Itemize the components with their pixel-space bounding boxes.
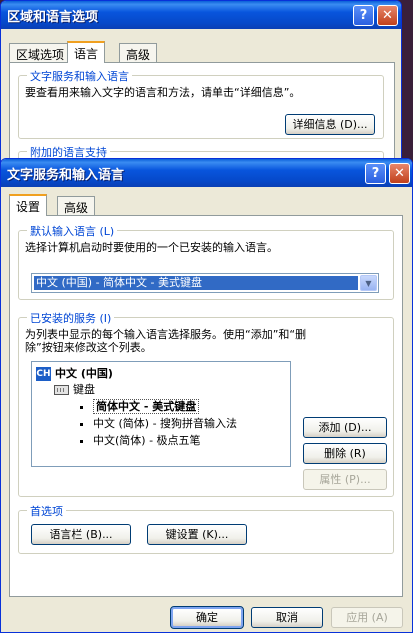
item-label: 简体中文 - 美式键盘	[93, 399, 200, 414]
language-bar-button[interactable]: 语言栏 (B)...	[31, 524, 131, 545]
regional-language-options-window: 区域和语言选项 ? ✕ 区域选项 语言 高级 文字服务和输入语言 要查看用来输入…	[0, 0, 402, 175]
keyboard-icon	[54, 385, 69, 395]
close-icon[interactable]: ✕	[377, 5, 398, 26]
language-icon: CH	[36, 367, 51, 381]
group-title: 默认输入语言 (L)	[27, 223, 118, 239]
bullet-icon	[80, 422, 83, 426]
text-services-group: 文字服务和输入语言 要查看用来输入文字的语言和方法，请单击“详细信息”。 详细信…	[18, 68, 384, 139]
tab-settings[interactable]: 设置	[9, 194, 48, 216]
tab-regional-options[interactable]: 区域选项	[9, 43, 72, 62]
properties-button: 属性 (P)...	[303, 469, 387, 490]
remove-button[interactable]: 删除 (R)	[303, 443, 387, 464]
group-title: 已安装的服务 (I)	[27, 310, 115, 326]
default-language-group: 默认输入语言 (L) 选择计算机启动时要使用的一个已安装的输入语言。 中文 (中…	[18, 223, 394, 300]
window-title: 区域和语言选项	[7, 10, 99, 25]
key-settings-button[interactable]: 键设置 (K)...	[147, 524, 247, 545]
selected-value: 中文 (中国) - 简体中文 - 美式键盘	[34, 276, 358, 290]
tree-item[interactable]: 中文(简体) - 极点五笔	[80, 432, 201, 448]
text-services-window: 文字服务和输入语言 ? ✕ 设置 高级 默认输入语言 (L) 选择计算机启动时要…	[0, 158, 413, 633]
apply-button: 应用 (A)	[331, 607, 403, 628]
add-button[interactable]: 添加 (D)...	[303, 417, 387, 438]
tree-item[interactable]: 中文 (简体) - 搜狗拼音输入法	[80, 415, 237, 431]
tree-language-node[interactable]: CH 中文 (中国)	[36, 365, 113, 381]
bullet-icon	[80, 405, 83, 409]
default-language-select[interactable]: 中文 (中国) - 简体中文 - 美式键盘 ▼	[31, 273, 379, 293]
category-label: 键盘	[73, 383, 95, 396]
description-line-2: 除”按钮来修改这个列表。	[25, 341, 152, 354]
cancel-button[interactable]: 取消	[251, 607, 323, 628]
group-title: 文字服务和输入语言	[27, 68, 132, 84]
preferences-group: 首选项 语言栏 (B)... 键设置 (K)...	[18, 503, 394, 554]
tab-languages[interactable]: 语言	[67, 41, 106, 63]
tree-item-selected[interactable]: 简体中文 - 美式键盘	[80, 398, 200, 414]
tab-advanced[interactable]: 高级	[57, 196, 96, 215]
language-name: 中文 (中国)	[55, 367, 113, 380]
window-title: 文字服务和输入语言	[7, 168, 125, 183]
help-icon[interactable]: ?	[365, 163, 386, 184]
tab-advanced[interactable]: 高级	[119, 43, 158, 62]
settings-panel: 默认输入语言 (L) 选择计算机启动时要使用的一个已安装的输入语言。 中文 (中…	[9, 215, 403, 597]
title-bar[interactable]: 区域和语言选项 ? ✕	[1, 1, 401, 29]
item-label: 中文 (简体) - 搜狗拼音输入法	[93, 417, 238, 430]
chevron-down-icon[interactable]: ▼	[360, 275, 377, 291]
item-label: 中文(简体) - 极点五笔	[93, 434, 201, 447]
description-text: 选择计算机启动时要使用的一个已安装的输入语言。	[25, 241, 278, 254]
ok-button[interactable]: 确定	[170, 606, 244, 629]
title-bar[interactable]: 文字服务和输入语言 ? ✕	[1, 159, 412, 187]
details-button[interactable]: 详细信息 (D)...	[285, 114, 375, 135]
tree-category-node[interactable]: 键盘	[54, 381, 95, 397]
installed-services-group: 已安装的服务 (I) 为列表中显示的每个输入语言选择服务。使用“添加”和“删 除…	[18, 310, 394, 497]
services-tree[interactable]: CH 中文 (中国) 键盘 简体中文 - 美式键盘 中文 (简体) - 搜狗拼音输…	[31, 361, 291, 467]
close-icon[interactable]: ✕	[389, 163, 410, 184]
description-text: 要查看用来输入文字的语言和方法，请单击“详细信息”。	[25, 86, 301, 99]
help-icon[interactable]: ?	[353, 5, 374, 26]
group-title: 首选项	[27, 503, 66, 519]
bullet-icon	[80, 439, 83, 443]
